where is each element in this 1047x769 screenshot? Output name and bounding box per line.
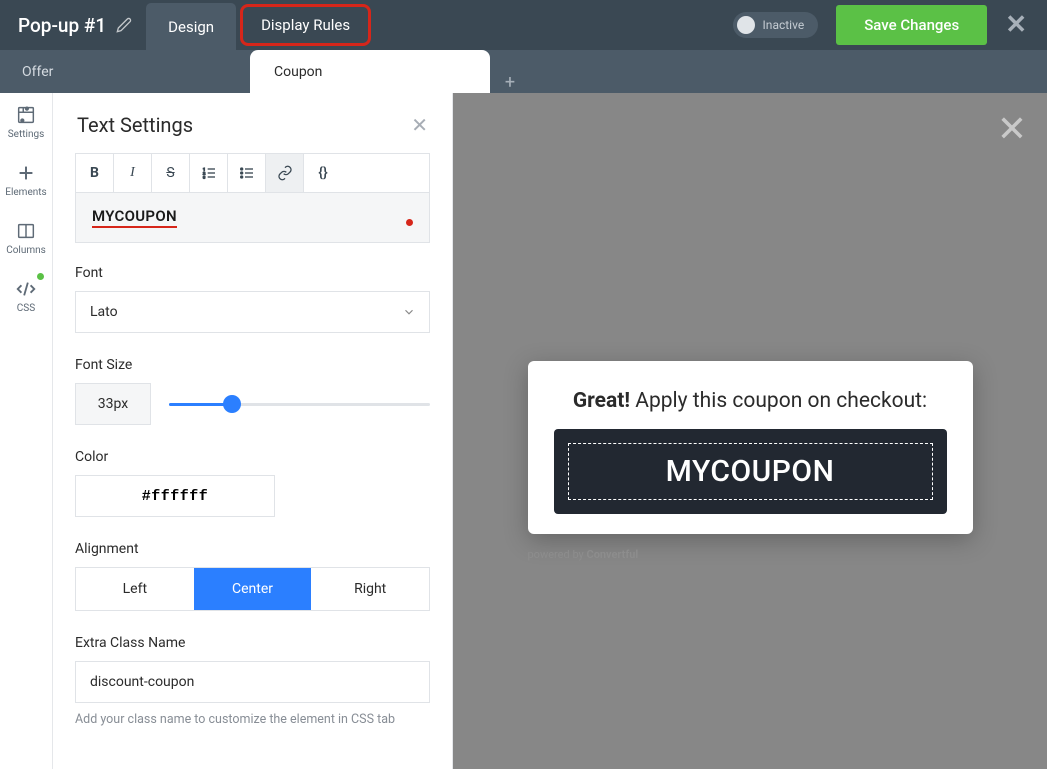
preview-canvas: ✕ Great! Apply this coupon on checkout: … [453,93,1047,769]
ol-icon: 123 [201,165,217,181]
unordered-list-button[interactable] [228,154,266,192]
bold-button[interactable]: B [76,154,114,192]
popup-heading-strong: Great! [573,389,630,413]
coupon-box[interactable]: MYCOUPON [554,429,947,514]
font-label: Font [75,265,430,281]
subtab-offer[interactable]: Offer [0,50,250,93]
add-tab-button[interactable]: + [490,72,530,93]
powered-by: powered by Convertful [528,548,973,561]
color-label: Color [75,449,430,465]
font-size-value[interactable]: 33px [75,383,151,425]
toggle-label: Inactive [763,18,805,32]
css-indicator-dot [37,273,44,280]
rte-text-value: MYCOUPON [92,207,177,228]
sidebar-elements[interactable]: Elements [0,151,52,209]
extra-class-label: Extra Class Name [75,635,430,651]
save-button[interactable]: Save Changes [836,5,987,45]
panel-close-icon[interactable]: ✕ [411,113,428,137]
sidebar-css-label: CSS [17,303,35,314]
link-icon [277,165,293,181]
columns-icon [15,220,37,242]
ordered-list-button[interactable]: 123 [190,154,228,192]
preview-close-icon[interactable]: ✕ [997,111,1027,147]
code-braces-button[interactable]: {} [304,154,342,192]
code-icon [15,278,37,300]
powered-brand[interactable]: Convertful [587,548,639,561]
font-size-label: Font Size [75,357,430,373]
popup-title-text: Pop-up #1 [18,14,106,37]
tab-display-rules[interactable]: Display Rules [240,4,371,46]
close-icon[interactable]: ✕ [1005,10,1027,40]
active-toggle[interactable]: Inactive [733,12,819,38]
sidebar-settings-label: Settings [8,129,45,140]
coupon-code: MYCOUPON [568,443,933,500]
align-left-button[interactable]: Left [76,568,194,610]
font-select[interactable]: Lato [75,291,430,333]
sidebar-css[interactable]: CSS [0,267,52,325]
align-center-button[interactable]: Center [194,568,312,610]
toggle-knob [737,16,755,34]
rte-editor[interactable]: MYCOUPON [75,192,430,243]
tab-design[interactable]: Design [146,3,236,50]
align-right-button[interactable]: Right [311,568,429,610]
color-input[interactable]: #ffffff [75,475,275,517]
popup-heading: Great! Apply this coupon on checkout: [554,389,947,413]
rte-toolbar: B I S 123 {} [75,153,430,192]
sidebar-columns-label: Columns [6,245,46,256]
subtab-coupon[interactable]: Coupon [250,50,490,93]
sidebar-columns[interactable]: Columns [0,209,52,267]
italic-button[interactable]: I [114,154,152,192]
link-button[interactable] [266,154,304,192]
pencil-icon[interactable] [116,17,132,33]
panel-title: Text Settings [77,113,193,137]
alignment-label: Alignment [75,541,430,557]
strike-button[interactable]: S [152,154,190,192]
plus-icon [15,162,37,184]
sidebar-elements-label: Elements [5,187,46,198]
ul-icon [239,165,255,181]
popup-title: Pop-up #1 [0,14,146,37]
svg-text:3: 3 [203,174,205,179]
extra-class-hint: Add your class name to customize the ele… [75,711,430,729]
popup-heading-rest: Apply this coupon on checkout: [630,389,927,413]
sidebar-settings[interactable]: Settings [0,93,52,151]
extra-class-input[interactable] [75,661,430,703]
slider-thumb[interactable] [223,395,241,413]
settings-icon [15,104,37,126]
font-size-slider[interactable] [169,403,430,406]
rte-indicator-dot [406,219,413,226]
popup-preview-card: Great! Apply this coupon on checkout: MY… [528,361,973,534]
